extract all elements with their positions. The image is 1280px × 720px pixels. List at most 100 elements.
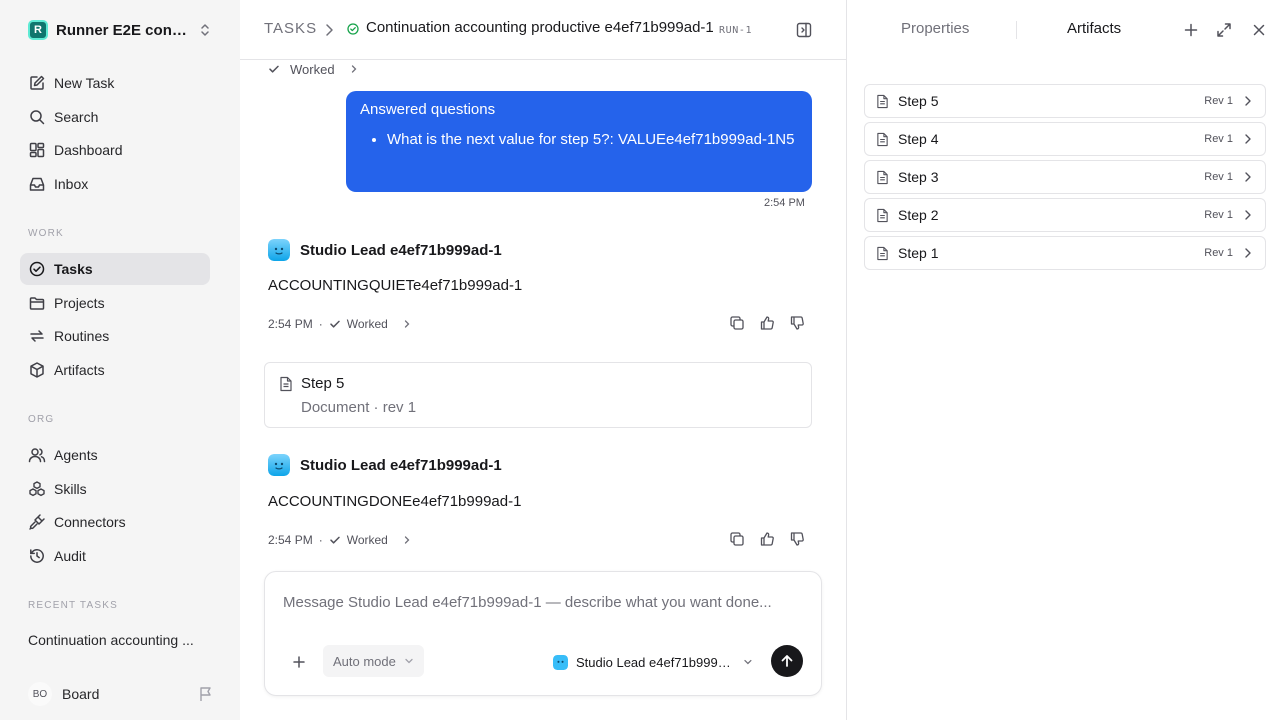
breadcrumb-tasks[interactable]: TASKS xyxy=(264,20,317,37)
plus-icon[interactable] xyxy=(1182,21,1200,39)
sidebar-item-search[interactable]: Search xyxy=(20,101,210,133)
answer-list: What is the next value for step 5?: VALU… xyxy=(360,128,798,152)
tab-properties[interactable]: Properties xyxy=(901,20,969,37)
task-thread: TASKS Continuation accounting productive… xyxy=(240,0,846,720)
mode-select[interactable]: Auto mode xyxy=(323,645,424,677)
sidebar-item-inbox[interactable]: Inbox xyxy=(20,168,210,200)
message-meta: 2:54 PM · Worked xyxy=(268,531,418,549)
tab-artifacts[interactable]: Artifacts xyxy=(1067,20,1121,37)
artifact-rev: Rev 1 xyxy=(1204,95,1233,107)
copy-icon[interactable] xyxy=(729,315,745,331)
dashboard-icon xyxy=(29,142,45,158)
task-header: TASKS Continuation accounting productive… xyxy=(240,0,846,60)
artifact-row[interactable]: Step 5 Rev 1 xyxy=(864,84,1266,118)
recent-task-item[interactable]: Continuation accounting ... xyxy=(28,632,200,648)
worked-label[interactable]: Worked xyxy=(347,533,388,547)
run-tag: RUN-1 xyxy=(719,25,753,36)
copy-icon[interactable] xyxy=(729,531,745,547)
folder-icon xyxy=(29,297,45,310)
check-icon xyxy=(329,320,340,328)
users-icon xyxy=(28,448,46,463)
artifact-row[interactable]: Step 2 Rev 1 xyxy=(864,198,1266,232)
check-icon xyxy=(329,536,340,544)
sidebar-item-label: Connectors xyxy=(54,514,126,530)
panel-toggle-icon[interactable] xyxy=(795,21,813,39)
history-icon xyxy=(30,549,44,563)
artifact-name: Step 5 xyxy=(898,93,939,109)
sidebar-item-agents[interactable]: Agents xyxy=(20,439,210,471)
mode-label: Auto mode xyxy=(333,653,396,669)
agent-message-header: Studio Lead e4ef71b999ad-1 xyxy=(268,453,502,477)
sidebar-item-projects[interactable]: Projects xyxy=(20,287,210,319)
artifact-card[interactable]: Step 5 Document · rev 1 xyxy=(264,362,812,428)
thumbs-down-icon[interactable] xyxy=(789,531,805,547)
worked-label: Worked xyxy=(290,61,335,77)
chevron-right-icon[interactable] xyxy=(402,535,412,545)
sidebar-item-label: Agents xyxy=(54,447,98,463)
sidebar-item-audit[interactable]: Audit xyxy=(20,540,210,572)
message-actions xyxy=(729,531,805,549)
cube-icon xyxy=(30,362,44,378)
sidebar-item-dashboard[interactable]: Dashboard xyxy=(20,134,210,166)
tab-divider xyxy=(1016,21,1017,39)
chevron-down-icon xyxy=(405,658,413,664)
document-icon xyxy=(877,246,888,260)
send-button[interactable] xyxy=(771,645,803,677)
search-icon xyxy=(30,110,45,125)
sidebar-item-label: Projects xyxy=(54,295,105,311)
close-icon[interactable] xyxy=(1250,21,1268,39)
sidebar-item-label: Artifacts xyxy=(54,362,105,378)
user-message-bubble: Answered questions What is the next valu… xyxy=(346,91,812,192)
worked-label[interactable]: Worked xyxy=(347,317,388,331)
document-icon xyxy=(877,208,888,222)
worked-indicator[interactable]: Worked xyxy=(268,60,359,78)
sidebar-item-artifacts[interactable]: Artifacts xyxy=(20,354,210,386)
artifact-row[interactable]: Step 4 Rev 1 xyxy=(864,122,1266,156)
arrow-up-icon xyxy=(781,655,793,667)
thumbs-down-icon[interactable] xyxy=(789,315,805,331)
agent-name: Studio Lead e4ef71b999ad-1 xyxy=(300,241,502,259)
workspace-switcher[interactable]: R Runner E2E conti... xyxy=(20,14,220,46)
artifact-name: Step 2 xyxy=(898,207,939,223)
board-switcher[interactable]: BO Board xyxy=(28,682,214,706)
expand-icon[interactable] xyxy=(1215,21,1233,39)
agent-select[interactable]: Studio Lead e4ef71b999ad-1 xyxy=(553,652,753,672)
chevron-right-icon xyxy=(326,24,333,36)
agent-message-body: ACCOUNTINGDONEe4ef71b999ad-1 xyxy=(268,493,522,510)
attach-plus-icon[interactable] xyxy=(291,654,307,670)
sidebar-item-connectors[interactable]: Connectors xyxy=(20,506,210,538)
section-label-work: WORK xyxy=(28,228,64,239)
artifact-name: Step 1 xyxy=(898,245,939,261)
thumbs-up-icon[interactable] xyxy=(759,531,775,547)
agent-avatar-icon xyxy=(553,654,568,670)
chevron-right-icon xyxy=(1245,134,1251,144)
thumbs-up-icon[interactable] xyxy=(759,315,775,331)
sidebar: R Runner E2E conti... New Task Search Da… xyxy=(0,0,240,720)
agent-select-label: Studio Lead e4ef71b999ad-1 xyxy=(576,654,734,670)
chevron-right-icon xyxy=(1245,172,1251,182)
document-icon xyxy=(280,376,292,392)
sidebar-item-new-task[interactable]: New Task xyxy=(20,67,210,99)
message-input[interactable] xyxy=(283,590,803,614)
sidebar-item-tasks[interactable]: Tasks xyxy=(20,253,210,285)
check-icon xyxy=(269,65,279,73)
sidebar-item-label: Audit xyxy=(54,548,86,564)
pencil-square-icon xyxy=(30,75,45,90)
boxes-icon xyxy=(29,481,45,497)
plug-icon xyxy=(29,514,45,530)
sidebar-item-label: Dashboard xyxy=(54,142,123,158)
check-circle-icon xyxy=(29,261,45,277)
sidebar-item-label: New Task xyxy=(54,75,115,91)
sidebar-item-skills[interactable]: Skills xyxy=(20,473,210,505)
message-composer: Auto mode Studio Lead e4ef71b999ad-1 xyxy=(264,571,822,696)
chevron-right-icon xyxy=(1245,248,1251,258)
flag-icon[interactable] xyxy=(198,685,214,703)
chevron-right-icon[interactable] xyxy=(402,319,412,329)
chevron-down-icon xyxy=(744,659,752,665)
sidebar-item-routines[interactable]: Routines xyxy=(20,320,210,352)
artifact-row[interactable]: Step 1 Rev 1 xyxy=(864,236,1266,270)
agent-avatar-icon xyxy=(268,239,290,261)
artifact-row[interactable]: Step 3 Rev 1 xyxy=(864,160,1266,194)
sidebar-item-label: Skills xyxy=(54,481,87,497)
message-timestamp: 2:54 PM xyxy=(764,197,805,209)
